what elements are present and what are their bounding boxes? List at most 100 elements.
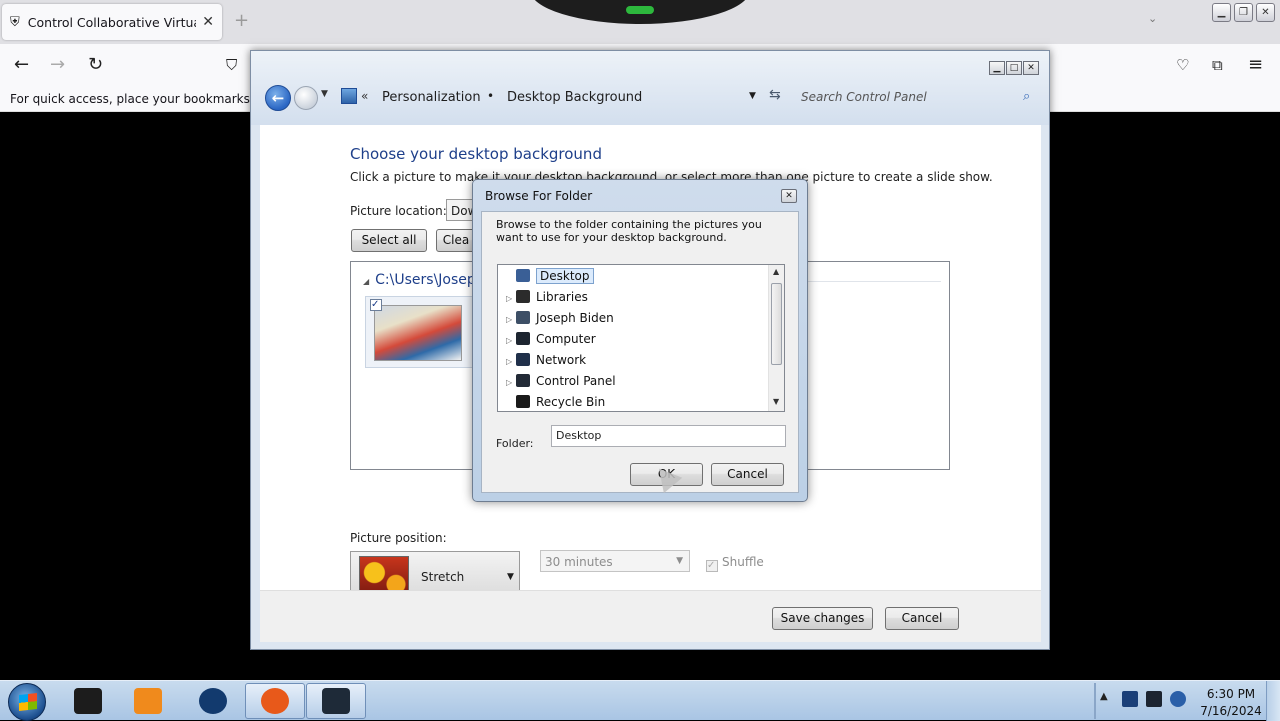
tree-item-label: Control Panel <box>536 374 616 388</box>
start-button[interactable] <box>8 683 46 721</box>
expand-arrow-icon[interactable]: ▷ <box>506 310 516 329</box>
show-hidden-icons-icon[interactable]: ▲ <box>1100 691 1108 702</box>
remote-toolbar-notch[interactable] <box>530 0 750 24</box>
scrollbar[interactable]: ▲ ▼ <box>768 265 784 411</box>
save-changes-button[interactable]: Save changes <box>772 607 873 630</box>
back-arrow-icon[interactable]: ← <box>14 54 29 75</box>
desktop-icon <box>516 269 530 282</box>
extensions-icon[interactable]: ⧉ <box>1212 56 1223 74</box>
tree-item-label: Computer <box>536 332 596 346</box>
folder-label: Folder: <box>496 437 534 450</box>
close-button[interactable]: ✕ <box>781 189 797 203</box>
minimize-button[interactable]: ▁ <box>1212 3 1231 22</box>
expand-arrow-icon[interactable]: ▷ <box>506 331 516 350</box>
checkbox-icon: ✓ <box>706 560 718 572</box>
close-button[interactable]: ✕ <box>1023 61 1039 75</box>
chevron-down-icon: ▼ <box>507 572 514 582</box>
tree-item[interactable]: Desktop <box>506 267 594 286</box>
select-all-button[interactable]: Select all <box>351 229 427 252</box>
recycle-bin-icon <box>516 395 530 408</box>
pocket-icon[interactable]: ♡ <box>1176 56 1189 74</box>
tray-divider <box>1094 683 1096 719</box>
folder-group-header[interactable]: ◢ C:\Users\Joseph <box>363 272 485 288</box>
display-tray-icon[interactable] <box>1146 691 1162 707</box>
taskbar-app-button[interactable] <box>306 683 366 719</box>
media-player-icon <box>134 688 162 714</box>
clock-time[interactable]: 6:30 PM <box>1196 687 1266 701</box>
interval-value: 30 minutes <box>545 555 613 569</box>
tree-item[interactable]: ▷ Libraries <box>506 288 588 307</box>
picture-thumbnail[interactable]: ✓ <box>365 296 475 368</box>
search-icon[interactable]: ⌕ <box>1023 89 1030 104</box>
show-desktop-button[interactable] <box>1266 681 1280 721</box>
speaker-tray-icon[interactable] <box>1170 691 1186 707</box>
browse-for-folder-dialog: Browse For Folder ✕ Browse to the folder… <box>472 179 808 502</box>
change-interval-select[interactable]: 30 minutes ▼ <box>540 550 690 572</box>
tree-item-label: Desktop <box>536 268 594 284</box>
clock-date[interactable]: 7/16/2024 <box>1196 704 1266 718</box>
clear-all-button[interactable]: Clea <box>436 229 476 252</box>
dialog-body: Browse to the folder containing the pict… <box>481 211 799 493</box>
thumbnail-checkbox[interactable]: ✓ <box>370 299 382 311</box>
reload-icon[interactable]: ↻ <box>88 54 103 75</box>
chevron-down-icon[interactable]: ▼ <box>321 89 328 99</box>
close-button[interactable]: ✕ <box>1256 3 1275 22</box>
scroll-down-icon[interactable]: ▼ <box>773 397 779 406</box>
taskbar-app-button[interactable] <box>245 683 305 719</box>
expand-arrow-icon[interactable]: ▷ <box>506 289 516 308</box>
tree-item-label: Recycle Bin <box>536 395 606 409</box>
wallpaper-image <box>374 305 462 361</box>
libraries-icon <box>516 290 530 303</box>
scroll-up-icon[interactable]: ▲ <box>773 267 779 276</box>
refresh-icon[interactable]: ⇆ <box>769 87 781 103</box>
tree-item[interactable]: Recycle Bin <box>506 393 606 411</box>
page-title: Choose your desktop background <box>350 145 602 163</box>
restore-button[interactable]: ❐ <box>1234 3 1253 22</box>
tree-item[interactable]: ▷ Joseph Biden <box>506 309 614 328</box>
taskbar-app-button[interactable] <box>118 683 178 719</box>
folder-group-title: C:\Users\Joseph <box>375 272 485 288</box>
back-button[interactable]: ← <box>265 85 291 111</box>
expand-arrow-icon[interactable]: ▷ <box>506 352 516 371</box>
minimize-button[interactable]: ▁ <box>989 61 1005 75</box>
firefox-icon <box>261 688 289 714</box>
shield-icon[interactable]: ⛉ <box>226 56 237 74</box>
breadcrumb-overflow[interactable]: « <box>361 89 368 103</box>
cancel-button[interactable]: Cancel <box>711 463 784 486</box>
user-folder-icon <box>516 311 530 324</box>
picture-position-label: Picture position: <box>350 531 447 545</box>
tree-item[interactable]: ▷ Computer <box>506 330 596 349</box>
browser-tab-bar: ⛨ Control Collaborative Virtual M ✕ + ⌄ … <box>0 0 1280 44</box>
forward-button[interactable] <box>294 86 318 110</box>
breadcrumb-desktop-background[interactable]: Desktop Background <box>507 90 642 105</box>
window-footer: Save changes Cancel <box>260 590 1041 642</box>
tree-item[interactable]: ▷ Control Panel <box>506 372 616 391</box>
tab-close-icon[interactable]: ✕ <box>202 14 214 30</box>
chevron-down-icon[interactable]: ▼ <box>749 91 756 101</box>
new-tab-button[interactable]: + <box>234 10 249 31</box>
browser-tab[interactable]: ⛨ Control Collaborative Virtual M ✕ <box>2 4 222 40</box>
forward-arrow-icon[interactable]: → <box>50 54 65 75</box>
control-panel-icon <box>341 88 357 104</box>
taskbar: ▲ 6:30 PM 7/16/2024 <box>0 680 1280 721</box>
cancel-button[interactable]: Cancel <box>885 607 959 630</box>
notch-grip-icon <box>626 6 654 14</box>
scrollbar-thumb[interactable] <box>771 283 782 365</box>
expand-arrow-icon[interactable]: ▷ <box>506 373 516 392</box>
control-panel-icon <box>516 374 530 387</box>
computer-icon <box>516 332 530 345</box>
chevron-down-icon[interactable]: ⌄ <box>1148 12 1157 25</box>
windows-logo-icon <box>19 693 37 711</box>
breadcrumb-personalization[interactable]: Personalization <box>382 90 481 105</box>
folder-field[interactable]: Desktop <box>551 425 786 447</box>
tree-item[interactable]: ▷ Network <box>506 351 586 370</box>
shuffle-checkbox[interactable]: ✓ Shuffle <box>706 555 764 572</box>
collapse-arrow-icon: ◢ <box>363 277 370 286</box>
search-input[interactable]: Search Control Panel <box>801 90 1037 108</box>
network-tray-icon[interactable] <box>1122 691 1138 707</box>
taskbar-app-button[interactable] <box>58 683 118 719</box>
dialog-instruction: Browse to the folder containing the pict… <box>496 218 762 244</box>
taskbar-app-button[interactable] <box>183 683 243 719</box>
maximize-button[interactable]: □ <box>1006 61 1022 75</box>
menu-icon[interactable]: ≡ <box>1248 54 1263 75</box>
